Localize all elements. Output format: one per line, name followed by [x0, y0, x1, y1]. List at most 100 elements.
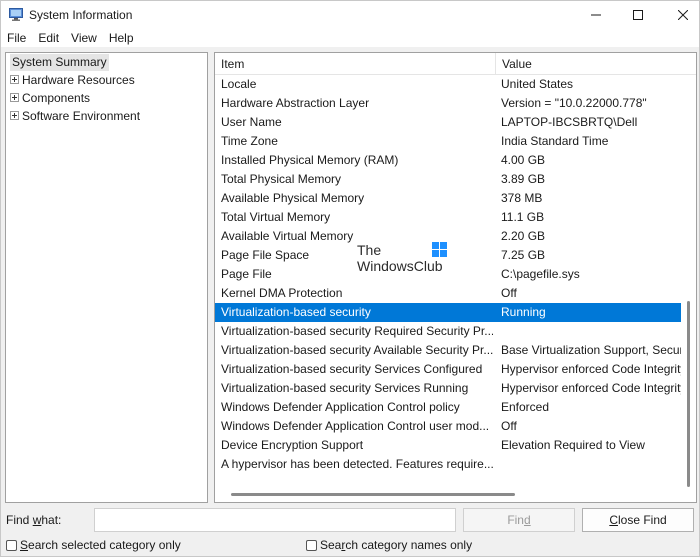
check1-label: earch selected category only: [28, 538, 181, 552]
find-button-mnemonic: d: [523, 513, 531, 527]
title-bar[interactable]: System Information: [1, 1, 699, 29]
list-rows: Locale United States Hardware Abstraction …: [215, 75, 681, 474]
close-find-label: lose Find: [617, 513, 667, 527]
row-value-cell: 4.00 GB: [501, 153, 546, 167]
row-value-cell: 7.25 GB: [501, 248, 546, 262]
row-item-cell: Virtualization-based security Services R…: [221, 381, 469, 395]
watermark-line-1: The: [357, 242, 382, 258]
table-row[interactable]: Windows Defender Application Control use…: [215, 417, 681, 436]
menu-help[interactable]: Help: [103, 29, 140, 47]
tree-item-components[interactable]: Components: [10, 90, 90, 107]
search-category-names-checkbox[interactable]: [306, 539, 317, 551]
windows-logo-icon: [432, 242, 447, 257]
row-item-cell: User Name: [221, 115, 282, 129]
row-value-cell: 11.1 GB: [501, 210, 545, 224]
row-value-cell: Off: [501, 286, 517, 300]
row-value-cell: Off: [501, 419, 517, 433]
expand-plus-icon[interactable]: [10, 111, 19, 121]
tree-item-system-summary[interactable]: System Summary: [10, 54, 109, 71]
search-selected-category-checkbox[interactable]: [6, 539, 17, 551]
minimize-button[interactable]: [573, 1, 619, 29]
menu-edit[interactable]: Edit: [32, 29, 65, 47]
row-item-cell: Total Virtual Memory: [221, 210, 331, 224]
tree-item-label: Software Environment: [22, 109, 141, 123]
row-value-cell: LAPTOP-IBCSBRTQ\Dell: [501, 115, 638, 129]
table-row[interactable]: Total Physical Memory 3.89 GB: [215, 170, 681, 189]
check2-prefix: Sea: [320, 538, 342, 552]
table-row[interactable]: User Name LAPTOP-IBCSBRTQ\Dell: [215, 113, 681, 132]
table-row[interactable]: Virtualization-based security Required S…: [215, 322, 681, 341]
column-header-value[interactable]: Value: [496, 53, 696, 75]
row-item-cell: Windows Defender Application Control pol…: [221, 400, 460, 414]
close-find-mnemonic: C: [609, 513, 618, 527]
find-button-prefix: Fin: [507, 513, 524, 527]
column-header-item[interactable]: Item: [215, 53, 496, 75]
table-row[interactable]: Device Encryption Support Elevation Requi…: [215, 436, 681, 455]
menu-file[interactable]: File: [1, 29, 32, 47]
maximize-button[interactable]: [615, 1, 661, 29]
table-row[interactable]: Locale United States: [215, 75, 681, 94]
vertical-scroll-thumb[interactable]: [687, 301, 690, 487]
tree-item-label: Hardware Resources: [22, 73, 135, 87]
row-item-cell: Installed Physical Memory (RAM): [221, 153, 399, 167]
table-row[interactable]: Virtualization-based security Services C…: [215, 360, 681, 379]
row-item-cell: Available Physical Memory: [221, 191, 365, 205]
vertical-scrollbar[interactable]: [681, 75, 696, 487]
window-title: System Information: [29, 8, 133, 22]
menu-view[interactable]: View: [65, 29, 103, 47]
table-row[interactable]: Virtualization-based security Available …: [215, 341, 681, 360]
details-list[interactable]: Item Value Locale United States Hardware A…: [214, 52, 697, 503]
row-item-cell: Device Encryption Support: [221, 438, 364, 452]
table-row[interactable]: Installed Physical Memory (RAM) 4.00 GB: [215, 151, 681, 170]
system-information-app-icon: [9, 8, 23, 21]
find-label-suffix: hat:: [41, 513, 62, 527]
find-label-prefix: Find: [6, 513, 33, 527]
row-value-cell: Hypervisor enforced Code Integrity: [501, 381, 681, 395]
find-what-input[interactable]: [94, 508, 456, 532]
row-value-cell: Elevation Required to View: [501, 438, 645, 452]
search-selected-category-label: Search selected category only: [20, 538, 181, 552]
table-row[interactable]: Time Zone India Standard Time: [215, 132, 681, 151]
row-value-cell: 2.20 GB: [501, 229, 546, 243]
row-item-cell: Total Physical Memory: [221, 172, 342, 186]
row-item-cell: Windows Defender Application Control use…: [221, 419, 490, 433]
row-item-cell: Virtualization-based security Services C…: [221, 362, 483, 376]
table-row[interactable]: Available Physical Memory 378 MB: [215, 189, 681, 208]
row-value-cell: C:\pagefile.sys: [501, 267, 580, 281]
watermark-line-2: WindowsClub: [357, 258, 443, 274]
row-value-cell: United States: [501, 77, 574, 91]
horizontal-scrollbar[interactable]: [215, 487, 681, 502]
thewindowsclub-watermark: The WindowsClub: [357, 242, 443, 274]
row-value-cell: Enforced: [501, 400, 550, 414]
system-information-window: System Information File Edit View Help S…: [0, 0, 700, 557]
table-row[interactable]: Page File C:\pagefile.sys: [215, 265, 681, 284]
tree-item-software-environment[interactable]: Software Environment: [10, 108, 140, 125]
find-button[interactable]: Find: [463, 508, 575, 532]
category-tree[interactable]: System Summary Hardware Resources Compon…: [5, 52, 208, 503]
table-row[interactable]: Windows Defender Application Control pol…: [215, 398, 681, 417]
row-item-cell: Virtualization-based security Required S…: [221, 324, 493, 338]
search-category-names-option[interactable]: Search category names only: [306, 538, 472, 552]
row-value-cell: 378 MB: [501, 191, 543, 205]
table-row[interactable]: Hardware Abstraction Layer Version = "10.…: [215, 94, 681, 113]
row-value-cell: 3.89 GB: [501, 172, 546, 186]
expand-plus-icon[interactable]: [10, 93, 19, 103]
expand-plus-icon[interactable]: [10, 75, 19, 85]
row-value-cell: Running: [501, 305, 546, 319]
table-row[interactable]: Available Virtual Memory 2.20 GB: [215, 227, 681, 246]
table-row[interactable]: Virtualization-based security Services R…: [215, 379, 681, 398]
tree-item-hardware-resources[interactable]: Hardware Resources: [10, 72, 135, 89]
horizontal-scroll-thumb[interactable]: [231, 493, 515, 496]
tree-item-label: Components: [22, 91, 91, 105]
menu-bar: File Edit View Help: [1, 29, 699, 47]
search-selected-category-option[interactable]: Search selected category only: [6, 538, 181, 552]
table-row[interactable]: A hypervisor has been detected. Features…: [215, 455, 681, 474]
table-row[interactable]: Virtualization-based security Running: [215, 303, 681, 322]
find-what-label: Find what:: [6, 513, 61, 527]
table-row[interactable]: Kernel DMA Protection Off: [215, 284, 681, 303]
close-find-button[interactable]: Close Find: [582, 508, 694, 532]
table-row[interactable]: Total Virtual Memory 11.1 GB: [215, 208, 681, 227]
row-item-cell: Locale: [221, 77, 257, 91]
table-row[interactable]: Page File Space 7.25 GB: [215, 246, 681, 265]
close-button[interactable]: [660, 1, 700, 29]
